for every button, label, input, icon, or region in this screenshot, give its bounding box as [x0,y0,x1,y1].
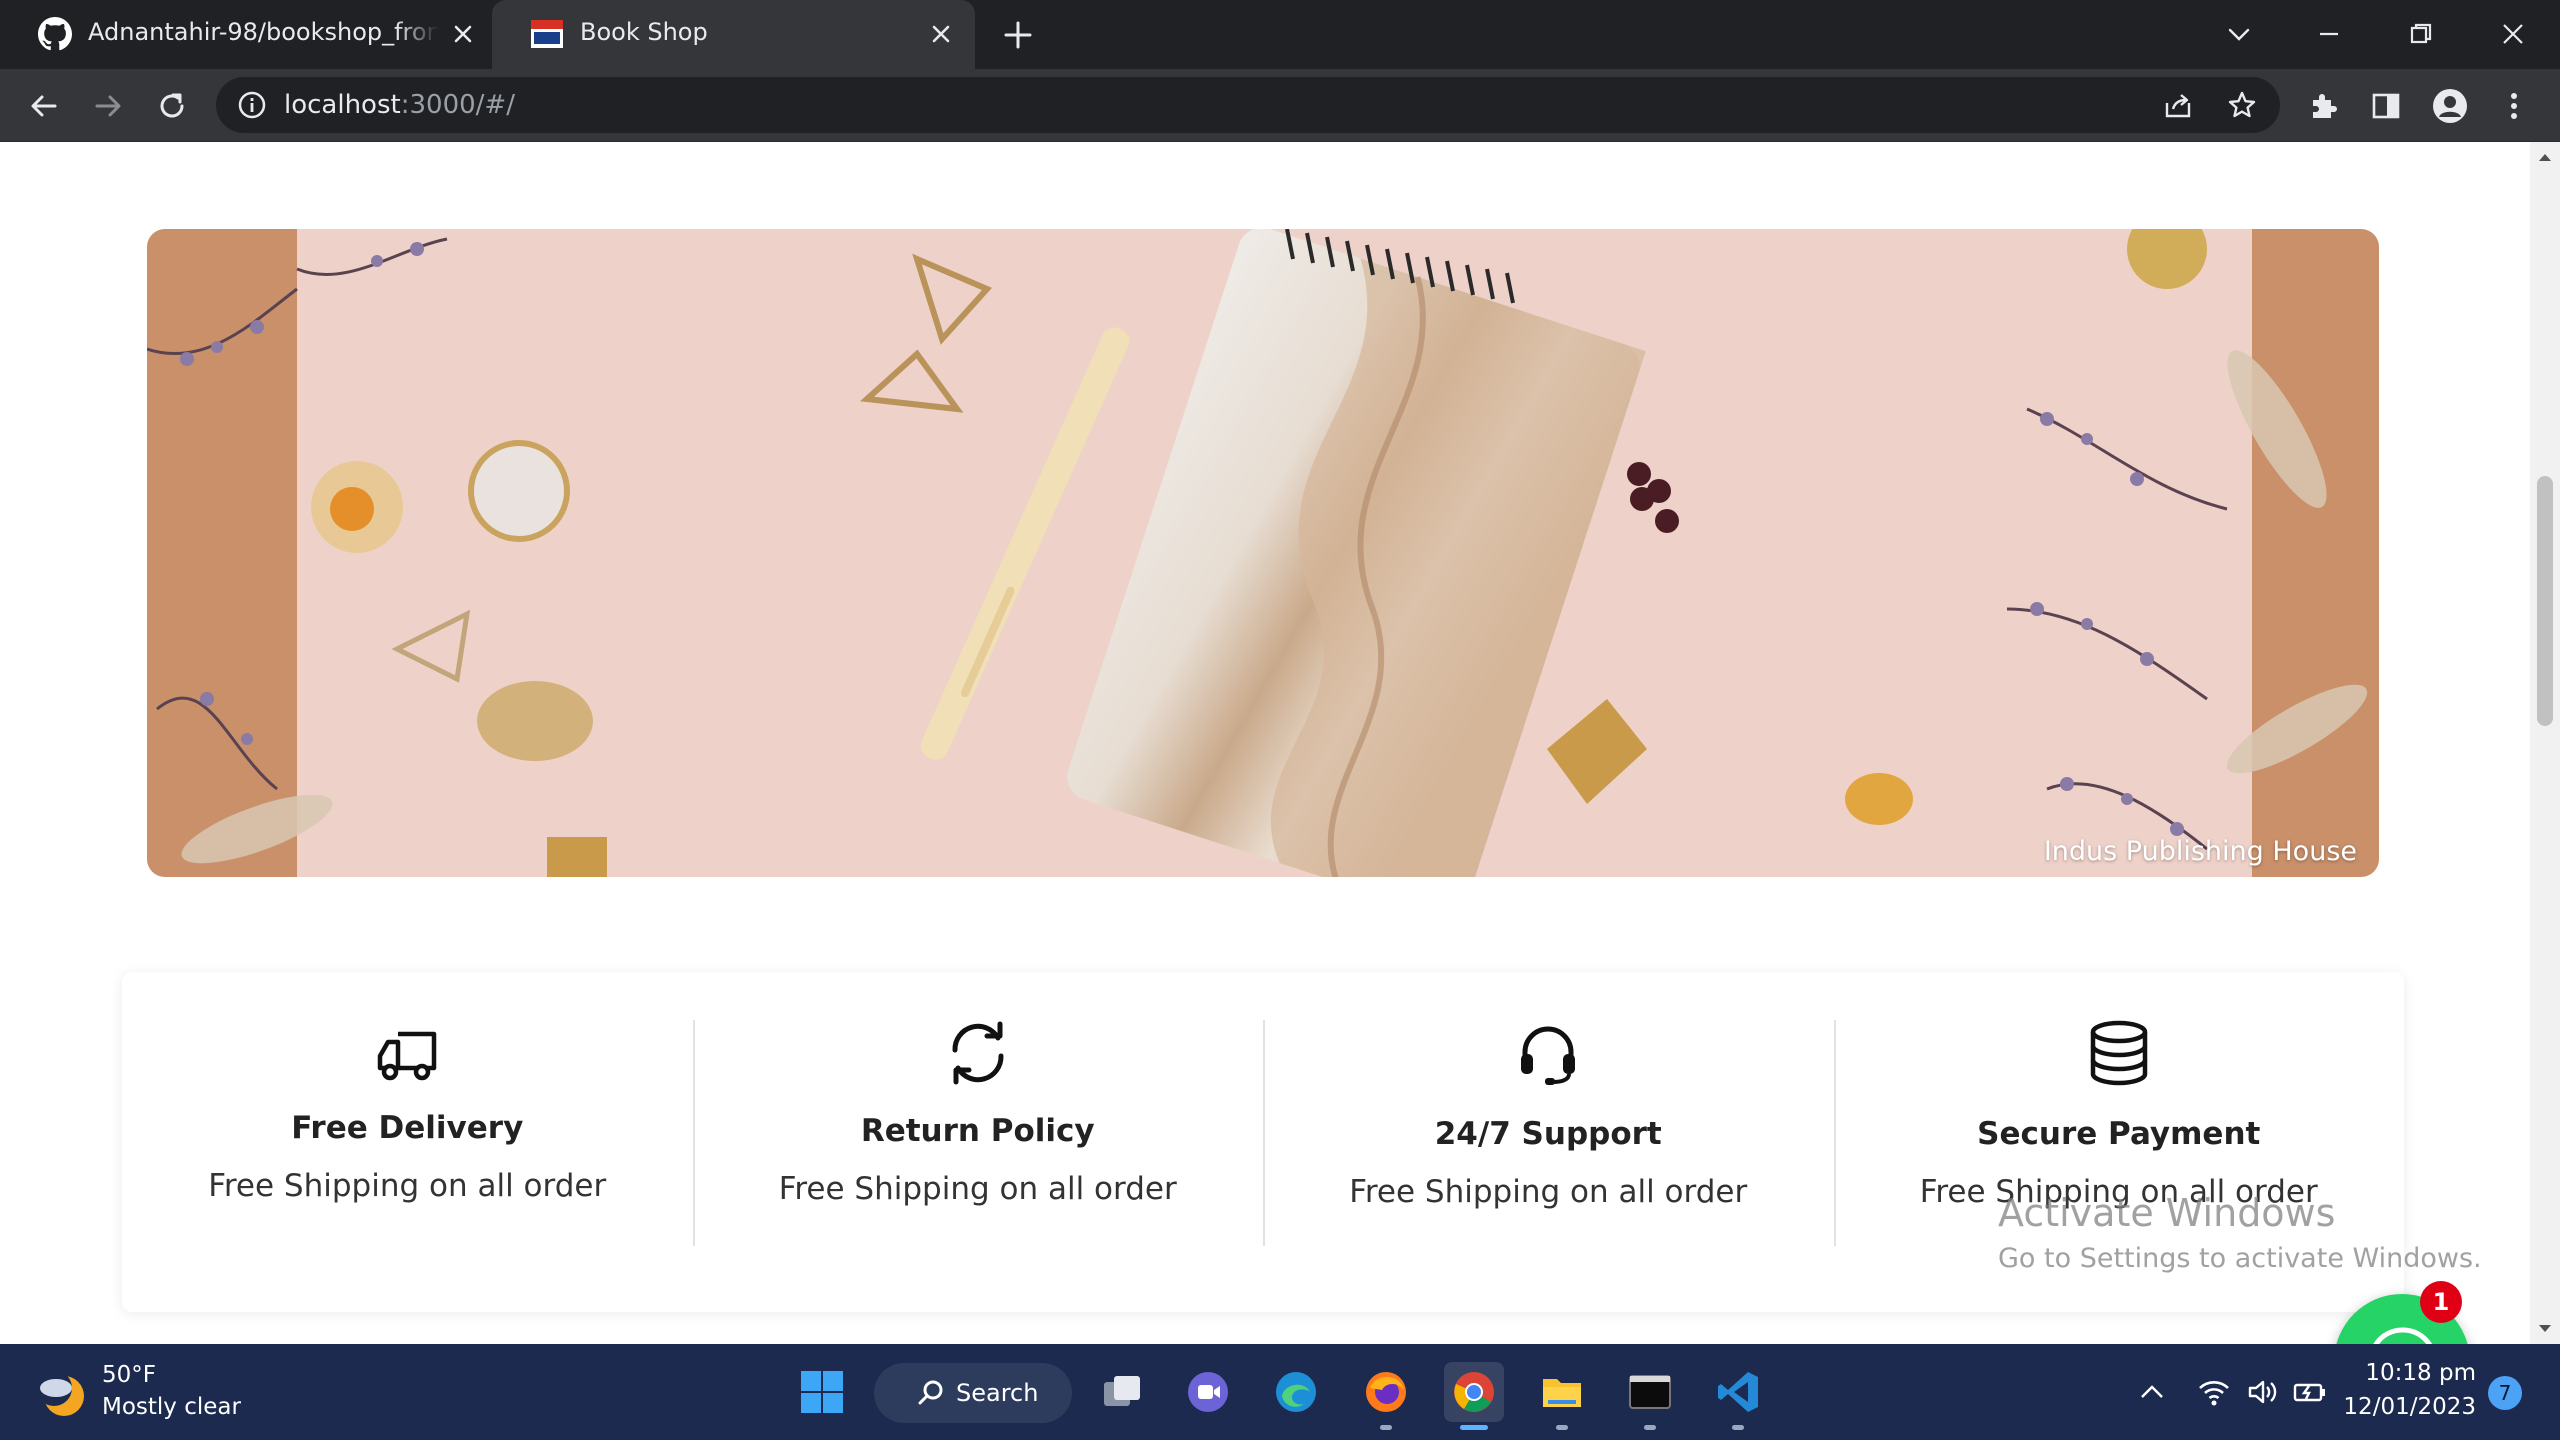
tab-book-shop[interactable]: Book Shop [492,0,975,69]
activate-windows-watermark: Activate Windows Go to Settings to activ… [1998,1191,2482,1274]
back-arrow-icon[interactable] [22,84,66,128]
menu-kebab-icon[interactable] [2492,84,2536,128]
teams-chat-icon[interactable] [1178,1362,1238,1422]
refresh-icon [952,1021,1004,1085]
page-scrollbar[interactable] [2530,142,2560,1344]
taskbar-date[interactable]: 12/01/2023 [2343,1394,2476,1420]
profile-avatar-icon[interactable] [2428,84,2472,128]
new-tab-plus-icon[interactable] [999,16,1037,54]
windows-taskbar: 50°F Mostly clear Search 10:18 pm 12/01/… [0,1344,2560,1440]
whatsapp-icon [2373,1327,2432,1344]
feature-title: 24/7 Support [1434,1116,1662,1152]
banner-caption: Indus Publishing House [2043,836,2357,867]
tab-github[interactable]: Adnantahir-98/bookshop_frontend [0,0,492,69]
page-viewport: Indus Publishing House Free Delivery Fre… [0,142,2530,1344]
running-indicator [1460,1425,1488,1430]
url-path: :3000/#/ [400,90,515,120]
weather-temperature[interactable]: 50°F [102,1362,156,1388]
tab-search-chevron-icon[interactable] [2216,12,2262,56]
hero-banner: Indus Publishing House [147,229,2379,877]
running-indicator [1380,1425,1392,1430]
search-icon [918,1380,943,1405]
share-icon[interactable] [2160,87,2196,123]
url-host: localhost [284,90,401,120]
feature-return-policy: Return Policy Free Shipping on all order [692,972,1264,1312]
whatsapp-notification-badge: 1 [2420,1281,2462,1323]
feature-description: Free Shipping on all order [208,1168,607,1204]
headset-icon [1521,1026,1576,1085]
side-panel-icon[interactable] [2364,84,2408,128]
taskbar-search-button[interactable]: Search [874,1363,1072,1423]
feature-title: Return Policy [860,1113,1095,1149]
forward-arrow-icon[interactable] [86,84,130,128]
site-info-icon[interactable] [236,89,268,121]
firefox-icon[interactable] [1356,1362,1416,1430]
site-favicon [531,20,563,48]
search-label: Search [956,1379,1039,1407]
watermark-subtitle: Go to Settings to activate Windows. [1998,1243,2482,1274]
tab-title: Book Shop [580,18,708,46]
chevron-up-icon[interactable] [2134,1374,2170,1410]
tab-title: Adnantahir-98/bookshop_frontend [88,18,438,46]
feature-support: 24/7 Support Free Shipping on all order [1263,972,1834,1312]
minimize-icon[interactable] [2306,12,2352,56]
volume-icon[interactable] [2244,1374,2280,1410]
restore-icon[interactable] [2398,12,2444,56]
window-close-icon[interactable] [2490,12,2536,56]
file-explorer-icon[interactable] [1532,1362,1592,1430]
feature-description: Free Shipping on all order [1349,1174,1748,1210]
windows-start-icon[interactable] [792,1362,852,1422]
weather-description[interactable]: Mostly clear [102,1394,241,1420]
vscode-icon[interactable] [1708,1362,1768,1430]
feature-title: Free Delivery [291,1110,524,1146]
feature-title: Secure Payment [1977,1116,2261,1152]
close-icon[interactable] [448,19,478,49]
wifi-icon[interactable] [2196,1374,2232,1410]
stationery-banner-image [147,229,2379,877]
reload-icon[interactable] [150,84,194,128]
chrome-browser-icon[interactable] [1444,1362,1504,1430]
scrollbar-thumb[interactable] [2537,476,2553,726]
bookmark-star-icon[interactable] [2224,87,2260,123]
feature-free-delivery: Free Delivery Free Shipping on all order [122,972,693,1312]
running-indicator [1732,1425,1744,1430]
browser-tab-strip: Adnantahir-98/bookshop_frontend Book Sho… [0,0,2560,69]
watermark-title: Activate Windows [1998,1191,2336,1235]
taskbar-time[interactable]: 10:18 pm [2365,1360,2476,1386]
browser-toolbar: localhost:3000/#/ [0,69,2560,142]
scroll-down-arrow-icon[interactable] [2530,1314,2560,1344]
extensions-puzzle-icon[interactable] [2301,84,2345,128]
truck-icon [378,1031,437,1081]
running-indicator [1556,1425,1568,1430]
feature-description: Free Shipping on all order [778,1171,1177,1207]
task-view-icon[interactable] [1092,1362,1152,1422]
github-icon [38,17,72,51]
battery-charging-icon[interactable] [2292,1374,2328,1410]
address-bar[interactable]: localhost:3000/#/ [216,77,2280,133]
moon-cloud-icon[interactable] [34,1366,90,1422]
edge-browser-icon[interactable] [1266,1362,1326,1422]
url-text: localhost:3000/#/ [284,90,515,120]
running-indicator [1644,1425,1656,1430]
close-icon[interactable] [926,19,956,49]
database-icon [2090,1020,2147,1086]
scroll-up-arrow-icon[interactable] [2530,142,2560,172]
terminal-icon[interactable] [1620,1362,1680,1430]
notification-count-badge[interactable]: 7 [2488,1376,2522,1410]
